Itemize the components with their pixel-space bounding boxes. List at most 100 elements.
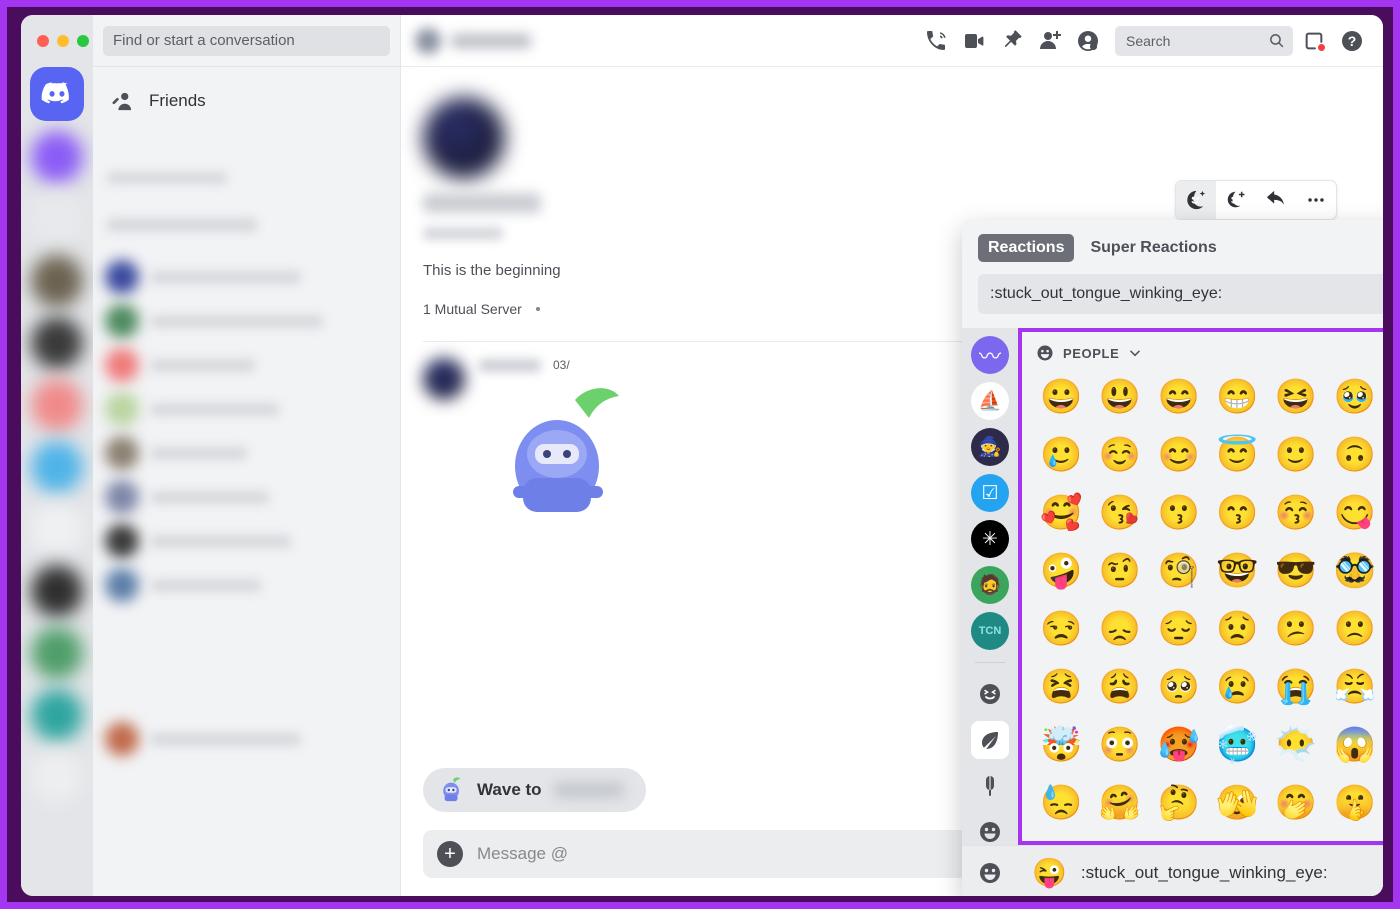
- reply-icon[interactable]: [1256, 181, 1296, 219]
- emoji-cell[interactable]: 😊: [1149, 426, 1208, 484]
- emoji-cell[interactable]: 🙂: [1267, 426, 1326, 484]
- emoji-cell[interactable]: 😆: [1267, 368, 1326, 426]
- emoji-cell[interactable]: 😱: [1325, 716, 1383, 774]
- emoji-cell[interactable]: 🥺: [1149, 658, 1208, 716]
- pin-icon[interactable]: [995, 24, 1029, 58]
- nature-leaf-icon[interactable]: [971, 721, 1009, 759]
- picker-sidebar[interactable]: 〰 ⛵ 🧙 ☑ ✳ 🧔 TCN: [962, 328, 1018, 845]
- super-react-icon[interactable]: [1176, 181, 1216, 219]
- emoji-cell[interactable]: 😞: [1091, 600, 1150, 658]
- server-icon-7[interactable]: TCN: [971, 612, 1009, 650]
- emoji-cell[interactable]: 🙁: [1325, 600, 1383, 658]
- emoji-cell[interactable]: 🤫: [1325, 774, 1383, 832]
- emoji-cell[interactable]: 🫣: [1208, 774, 1267, 832]
- emoji-cell[interactable]: 🤓: [1208, 542, 1267, 600]
- more-options-icon[interactable]: [1296, 181, 1336, 219]
- add-friend-icon[interactable]: [1033, 24, 1067, 58]
- list-item[interactable]: [93, 475, 400, 519]
- emoji-cell[interactable]: 🥶: [1208, 716, 1267, 774]
- emoji-cell[interactable]: 🙃: [1325, 426, 1383, 484]
- server-icon[interactable]: [31, 131, 83, 183]
- emoji-cell[interactable]: 😃: [1091, 368, 1150, 426]
- emoji-cell[interactable]: 😶‍🌫️: [1267, 716, 1326, 774]
- minimize-button[interactable]: [57, 35, 69, 47]
- food-popsicle-icon[interactable]: [971, 767, 1009, 805]
- emoji-cell[interactable]: 🤨: [1091, 542, 1150, 600]
- emoji-cell[interactable]: 🥹: [1325, 368, 1383, 426]
- discord-home-button[interactable]: [30, 67, 84, 121]
- emoji-grid-container[interactable]: PEOPLE 😀😃😄😁😆🥹😅😂🤣🥲☺️😊😇🙂🙃😉😌😍🥰😘😗😙😚😋😛😝😜🤪🤨🧐🤓😎…: [1018, 328, 1383, 845]
- emoji-cell[interactable]: 🤔: [1149, 774, 1208, 832]
- emoji-cell[interactable]: 😔: [1149, 600, 1208, 658]
- emoji-cell[interactable]: 😒: [1032, 600, 1091, 658]
- server-icon[interactable]: [31, 317, 83, 369]
- emoji-cell[interactable]: 🤭: [1267, 774, 1326, 832]
- add-reaction-icon[interactable]: [1216, 181, 1256, 219]
- server-icon-3[interactable]: 🧙: [971, 428, 1009, 466]
- close-button[interactable]: [37, 35, 49, 47]
- emoji-cell[interactable]: 😕: [1267, 600, 1326, 658]
- emoji-cell[interactable]: ☺️: [1091, 426, 1150, 484]
- list-item[interactable]: [93, 151, 400, 195]
- tab-reactions[interactable]: Reactions: [978, 234, 1074, 262]
- wave-to-button[interactable]: Wave to: [423, 768, 646, 812]
- emoji-cell[interactable]: 😓: [1032, 774, 1091, 832]
- emoji-cell[interactable]: 😋: [1325, 484, 1383, 542]
- list-item[interactable]: [93, 431, 400, 475]
- list-item[interactable]: [93, 717, 400, 761]
- server-icon[interactable]: [31, 627, 83, 679]
- emoji-cell[interactable]: 😳: [1091, 716, 1150, 774]
- emoji-cell[interactable]: 😙: [1208, 484, 1267, 542]
- emoji-cell[interactable]: 🧐: [1149, 542, 1208, 600]
- sidebar-item-friends[interactable]: Friends: [101, 77, 392, 125]
- list-item[interactable]: [93, 255, 400, 299]
- emoji-cell[interactable]: 😎: [1267, 542, 1326, 600]
- zoom-button[interactable]: [77, 35, 89, 47]
- emoji-grid[interactable]: 😀😃😄😁😆🥹😅😂🤣🥲☺️😊😇🙂🙃😉😌😍🥰😘😗😙😚😋😛😝😜🤪🤨🧐🤓😎🥸🤩🥳😏😒😞😔…: [1022, 368, 1383, 832]
- server-icon[interactable]: [31, 379, 83, 431]
- server-icon[interactable]: [31, 751, 83, 803]
- emoji-cell[interactable]: 😚: [1267, 484, 1326, 542]
- server-icon-1[interactable]: 〰: [971, 336, 1009, 374]
- people-smiley-icon[interactable]: [971, 813, 1009, 845]
- emoji-cell[interactable]: 🥲: [1032, 426, 1091, 484]
- emoji-cell[interactable]: 😘: [1091, 484, 1150, 542]
- find-conversation-input[interactable]: Find or start a conversation: [103, 26, 390, 56]
- list-item[interactable]: [93, 563, 400, 607]
- emoji-cell[interactable]: 😄: [1149, 368, 1208, 426]
- emoji-cell[interactable]: 😗: [1149, 484, 1208, 542]
- tab-super-reactions[interactable]: Super Reactions: [1080, 234, 1226, 262]
- server-icon-6[interactable]: 🧔: [971, 566, 1009, 604]
- list-item[interactable]: [93, 195, 400, 255]
- emoji-cell[interactable]: 😀: [1032, 368, 1091, 426]
- server-icon[interactable]: [31, 689, 83, 741]
- help-icon[interactable]: ?: [1335, 24, 1369, 58]
- add-attachment-icon[interactable]: +: [437, 841, 463, 867]
- server-icon-4[interactable]: ☑: [971, 474, 1009, 512]
- emoji-cell[interactable]: 🤗: [1091, 774, 1150, 832]
- server-icon[interactable]: [31, 503, 83, 555]
- voice-call-icon[interactable]: [919, 24, 953, 58]
- video-call-icon[interactable]: [957, 24, 991, 58]
- inbox-icon[interactable]: [1297, 24, 1331, 58]
- emoji-cell[interactable]: 🤪: [1032, 542, 1091, 600]
- server-icon[interactable]: [31, 255, 83, 307]
- search-input[interactable]: Search: [1115, 26, 1293, 56]
- emoji-search-input[interactable]: :stuck_out_tongue_winking_eye:: [978, 274, 1383, 314]
- emoji-cell[interactable]: 😟: [1208, 600, 1267, 658]
- emoji-cell[interactable]: 😩: [1091, 658, 1150, 716]
- frequently-used-icon[interactable]: [971, 675, 1009, 713]
- emoji-cell[interactable]: 🥵: [1149, 716, 1208, 774]
- server-icon[interactable]: [31, 565, 83, 617]
- server-icon[interactable]: [31, 441, 83, 493]
- list-item[interactable]: [93, 343, 400, 387]
- emoji-cell[interactable]: 😇: [1208, 426, 1267, 484]
- emoji-cell[interactable]: 😭: [1267, 658, 1326, 716]
- emoji-cell[interactable]: 😤: [1325, 658, 1383, 716]
- server-icon-2[interactable]: ⛵: [971, 382, 1009, 420]
- emoji-cell[interactable]: 🥸: [1325, 542, 1383, 600]
- server-icon[interactable]: [31, 193, 83, 245]
- emoji-cell[interactable]: 😫: [1032, 658, 1091, 716]
- emoji-cell[interactable]: 😁: [1208, 368, 1267, 426]
- emoji-category-header[interactable]: PEOPLE: [1022, 332, 1383, 368]
